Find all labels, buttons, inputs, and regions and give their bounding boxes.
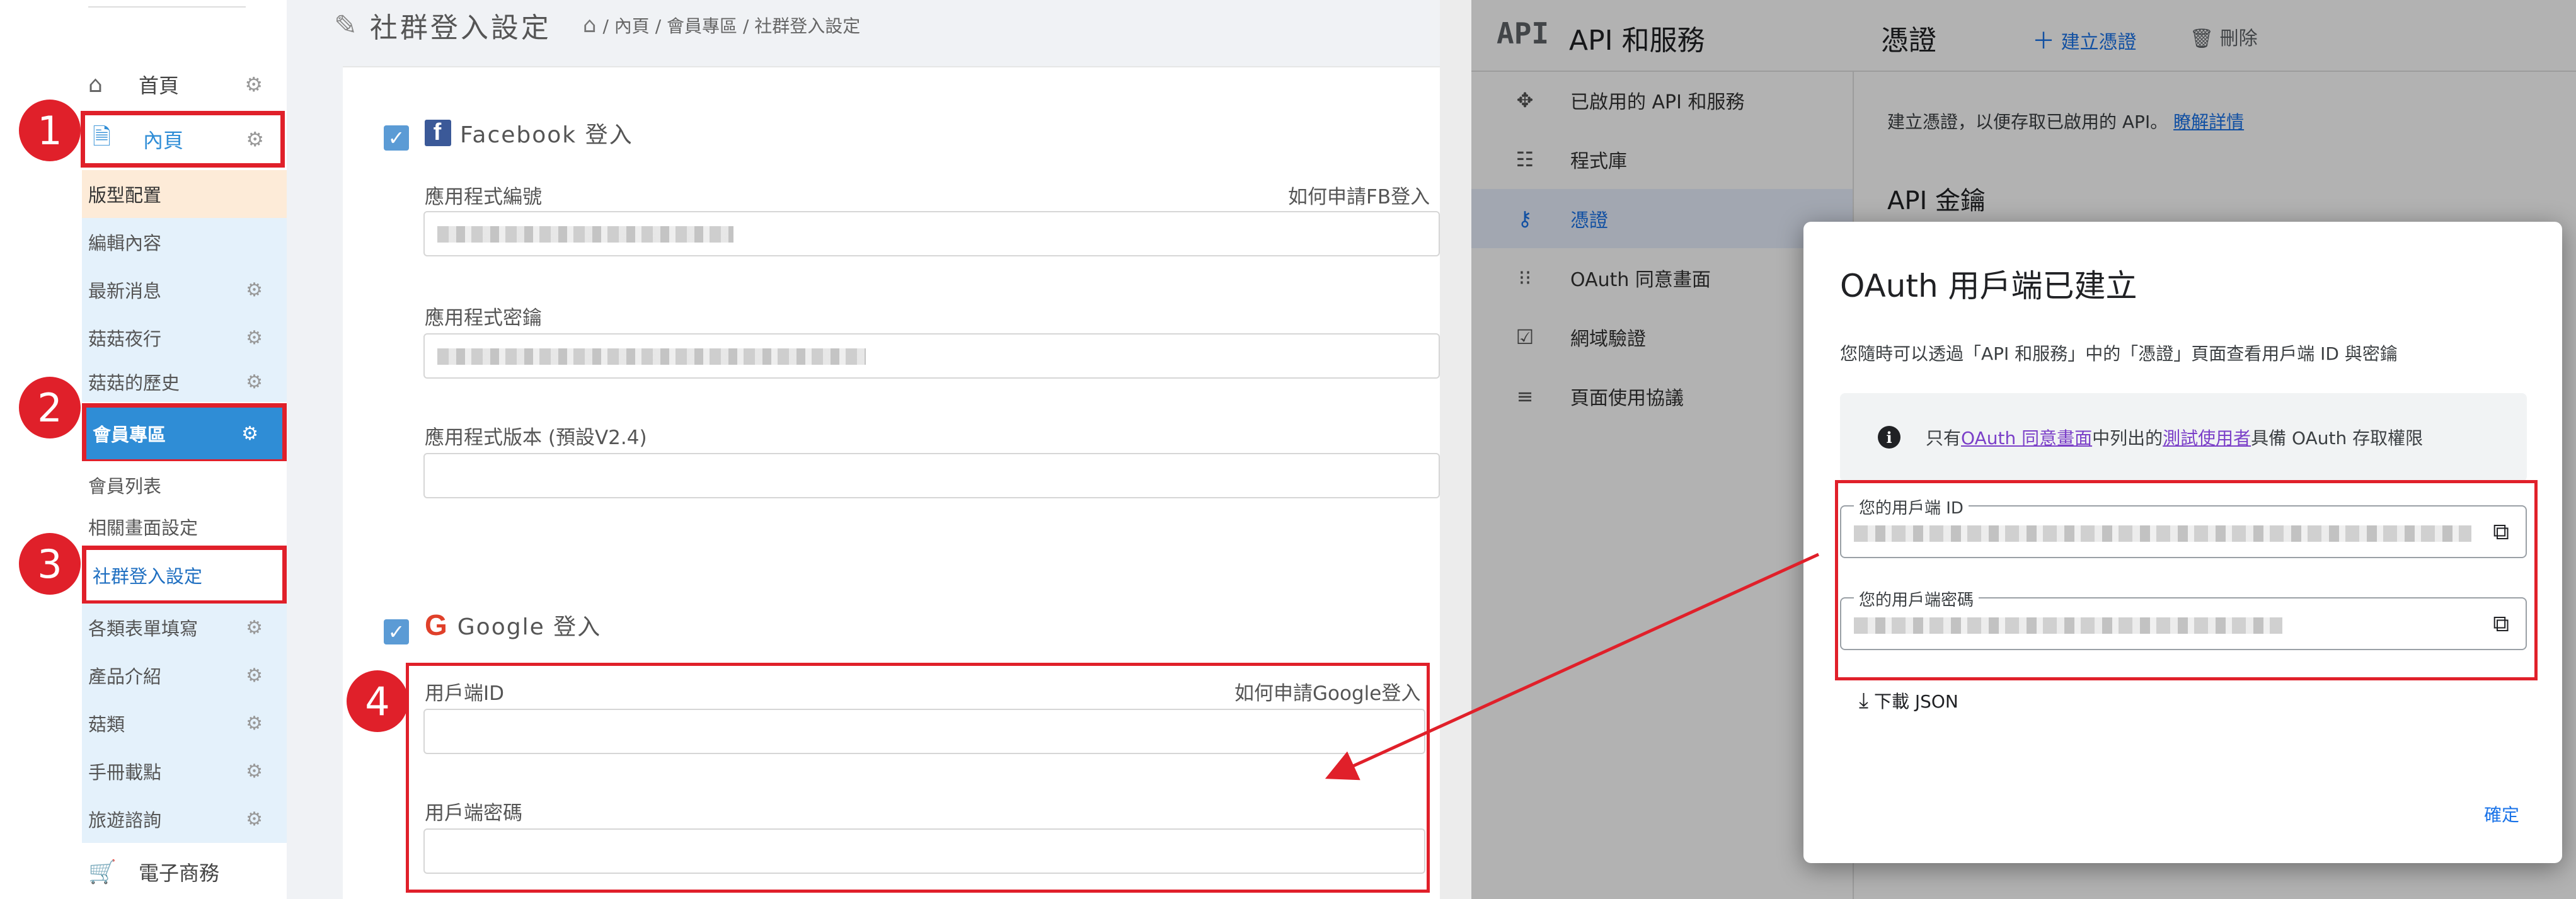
connector-arrow [1325, 553, 1820, 781]
arrow-line [1325, 553, 1820, 781]
